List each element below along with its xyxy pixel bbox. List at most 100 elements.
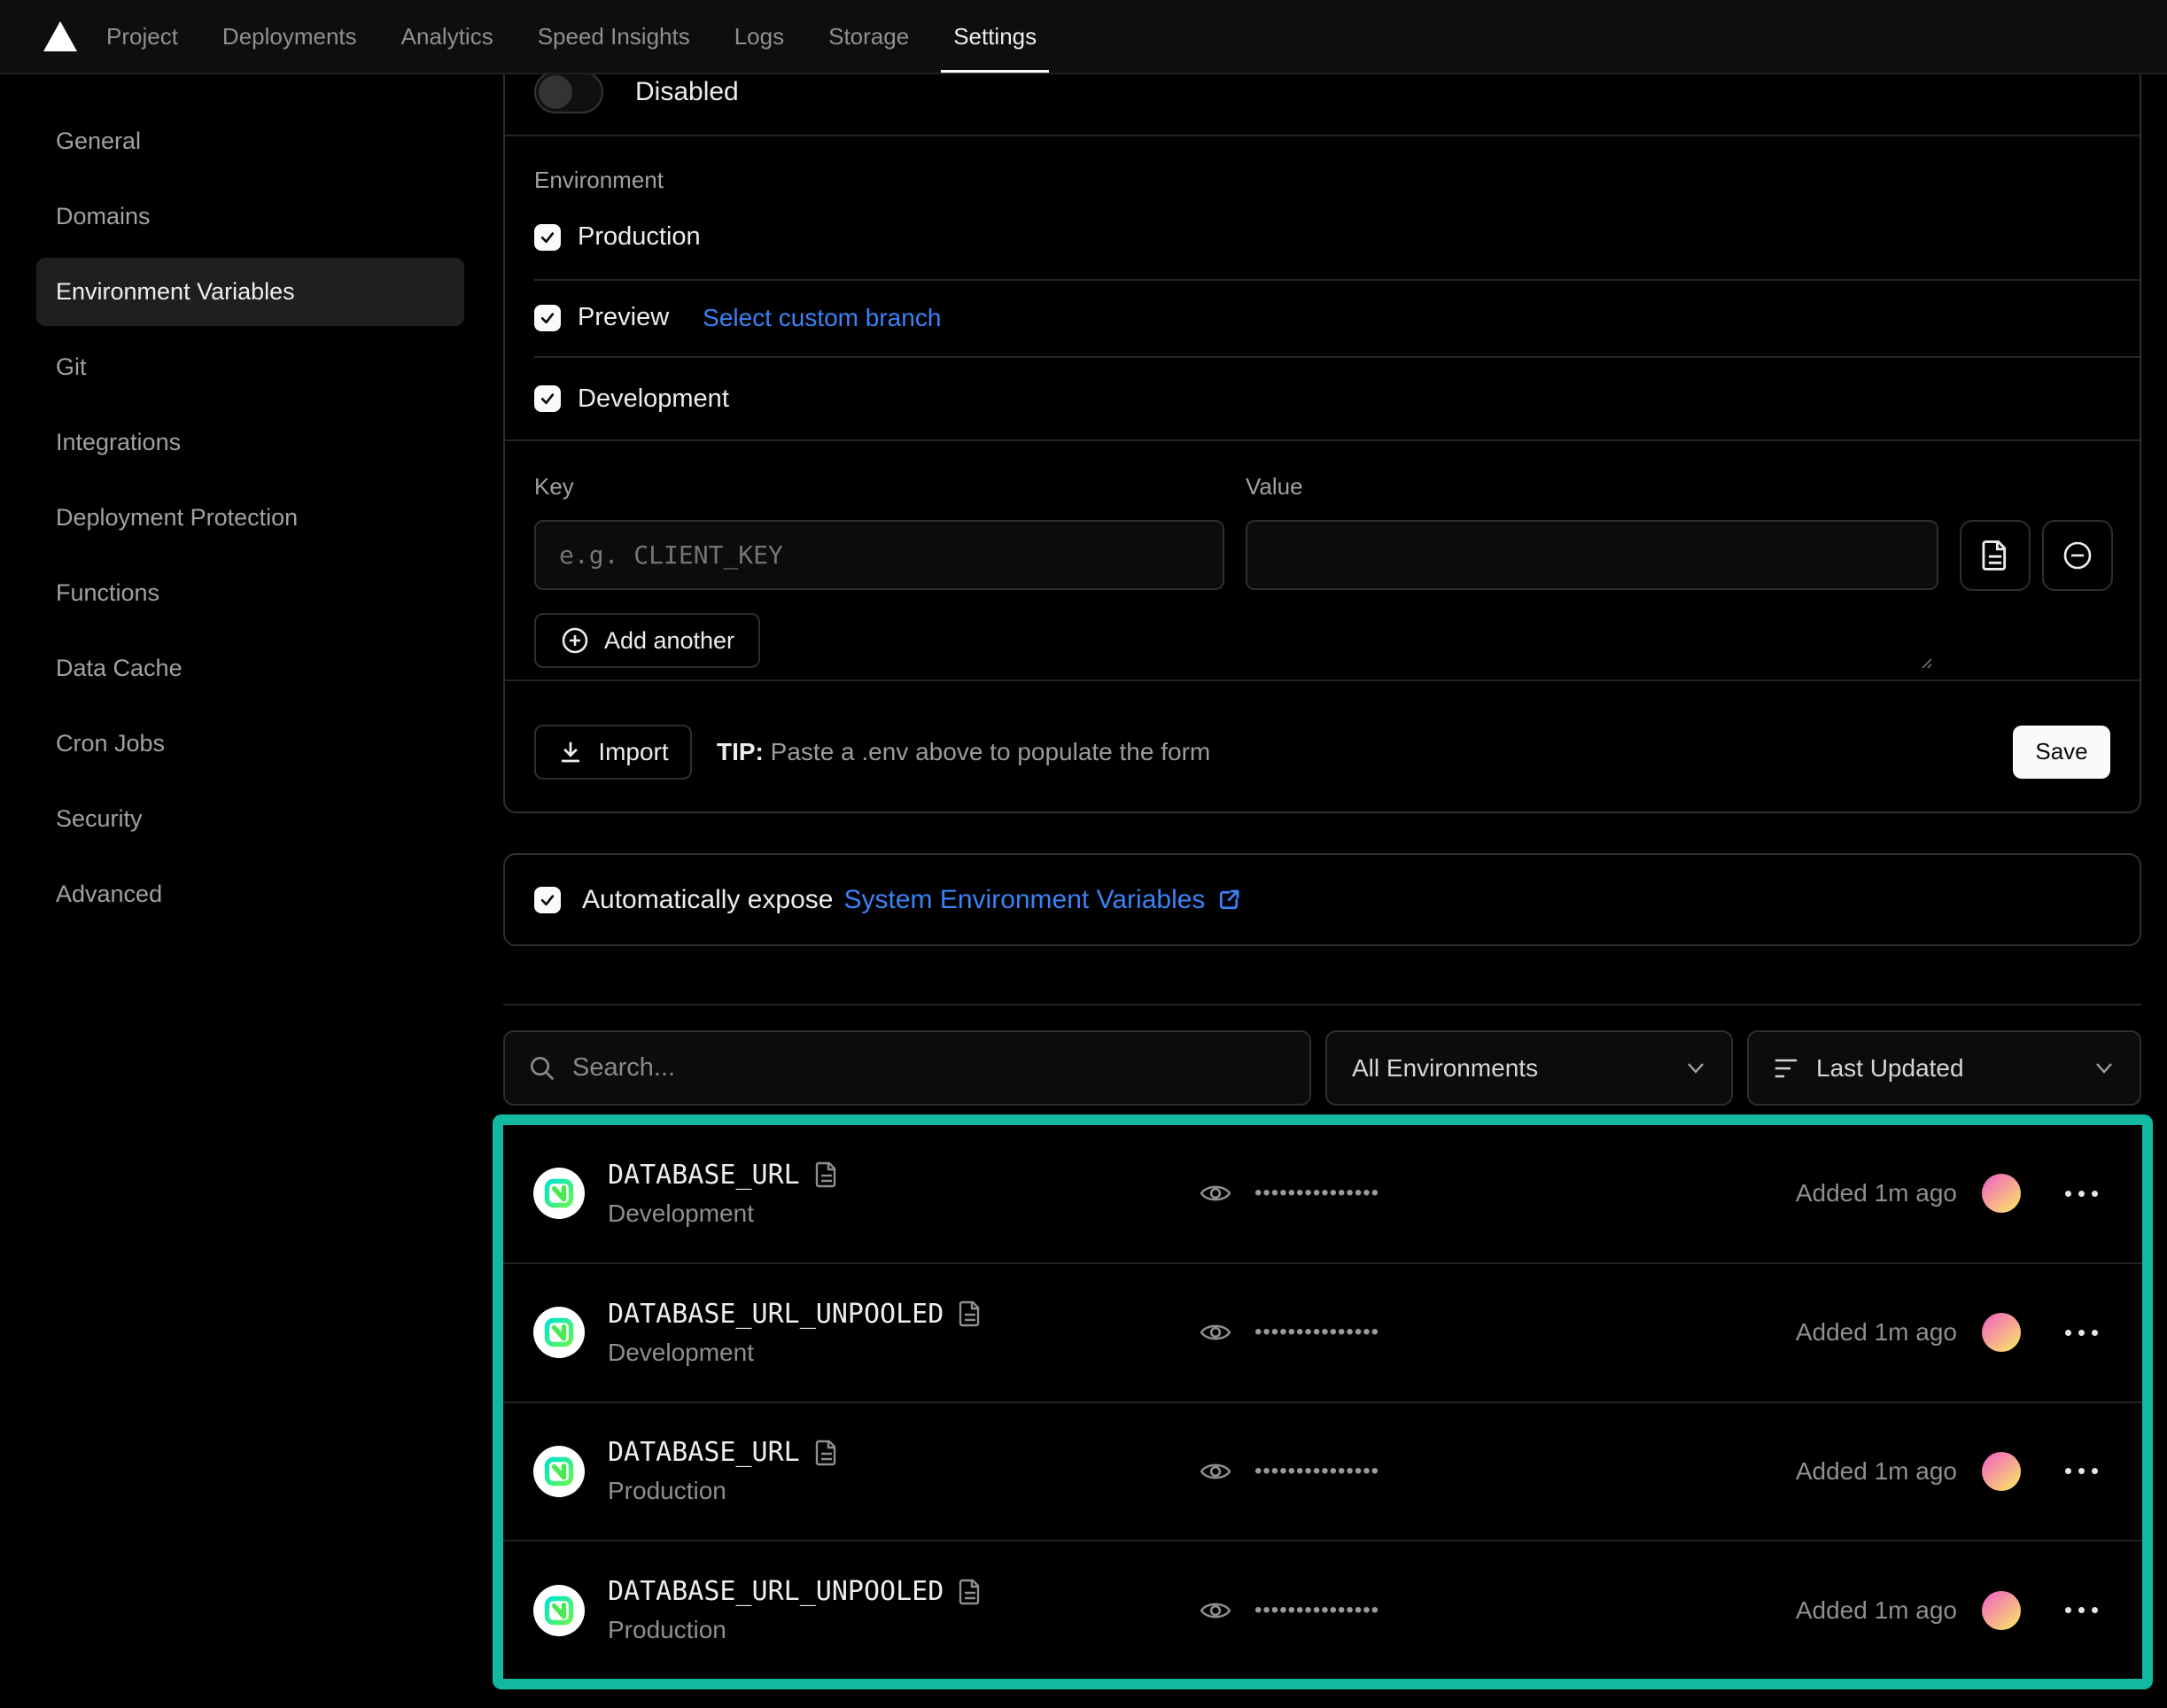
search-icon: [528, 1054, 556, 1083]
sidebar-item-security[interactable]: Security: [36, 785, 464, 853]
added-timestamp: Added 1m ago: [1796, 1457, 1957, 1486]
note-icon[interactable]: [958, 1300, 983, 1328]
nav-tab-logs[interactable]: Logs: [734, 0, 784, 73]
sidebar-item-environment-variables[interactable]: Environment Variables: [36, 258, 464, 326]
env-var-list-highlighted: DATABASE_URL Development •••••••••••••••: [493, 1114, 2153, 1689]
key-value-section: Key Value Add another: [505, 439, 2140, 679]
environment-checkbox-production[interactable]: [534, 224, 561, 251]
remove-row-button[interactable]: [2042, 520, 2113, 591]
section-divider: [503, 1004, 2141, 1005]
row-actions-menu[interactable]: [2065, 1602, 2098, 1619]
sidebar-item-git[interactable]: Git: [36, 333, 464, 401]
env-var-environment: Development: [608, 1339, 983, 1367]
import-button[interactable]: Import: [534, 725, 692, 780]
sort-dropdown[interactable]: Last Updated: [1747, 1030, 2141, 1106]
toggle-knob: [539, 75, 572, 109]
save-button[interactable]: Save: [2013, 726, 2110, 779]
tip-text: TIP: Paste a .env above to populate the …: [717, 738, 1210, 766]
row-actions-menu[interactable]: [2065, 1463, 2098, 1479]
sort-lines-icon: [1774, 1057, 1800, 1080]
env-var-environment: Production: [608, 1477, 839, 1505]
nav-tab-settings[interactable]: Settings: [953, 0, 1037, 73]
paste-env-button[interactable]: [1960, 520, 2031, 591]
sidebar-item-functions[interactable]: Functions: [36, 559, 464, 627]
chevron-down-icon: [1685, 1061, 1706, 1075]
note-icon[interactable]: [958, 1578, 983, 1606]
added-timestamp: Added 1m ago: [1796, 1318, 1957, 1347]
sidebar-item-integrations[interactable]: Integrations: [36, 408, 464, 477]
env-var-name: DATABASE_URL_UNPOOLED: [608, 1576, 944, 1607]
env-var-name: DATABASE_URL: [608, 1160, 800, 1191]
sidebar-item-advanced[interactable]: Advanced: [36, 860, 464, 928]
neon-integration-icon: [533, 1585, 585, 1636]
settings-sidebar: General Domains Environment Variables Gi…: [0, 74, 503, 928]
user-avatar: [1982, 1591, 2021, 1630]
note-icon[interactable]: [814, 1439, 839, 1467]
user-avatar: [1982, 1174, 2021, 1213]
key-input[interactable]: [534, 520, 1224, 590]
env-var-row: DATABASE_URL_UNPOOLED Development ••••••…: [503, 1262, 2142, 1401]
eye-icon[interactable]: [1200, 1181, 1231, 1206]
nav-tab-project[interactable]: Project: [106, 0, 178, 73]
user-avatar: [1982, 1313, 2021, 1352]
environment-filter-value: All Environments: [1352, 1054, 1538, 1083]
neon-integration-icon: [533, 1168, 585, 1219]
external-link-icon: [1216, 887, 1242, 913]
environment-option-row-preview: Preview Select custom branch: [534, 279, 2140, 356]
eye-icon[interactable]: [1200, 1598, 1231, 1623]
row-actions-menu[interactable]: [2065, 1185, 2098, 1202]
environment-checkbox-preview[interactable]: [534, 305, 561, 331]
resize-handle-icon[interactable]: [1919, 656, 1933, 674]
toggle-label: Disabled: [635, 71, 739, 113]
tip-label: TIP:: [717, 738, 764, 765]
sidebar-item-general[interactable]: General: [36, 107, 464, 175]
active-tab-underline: [941, 70, 1049, 73]
disabled-toggle[interactable]: [534, 71, 603, 113]
document-icon: [1980, 539, 2010, 572]
sort-value: Last Updated: [1816, 1054, 1964, 1083]
expose-checkbox[interactable]: [534, 887, 561, 913]
eye-icon[interactable]: [1200, 1459, 1231, 1484]
environment-option-label: Preview: [578, 303, 669, 332]
neon-integration-icon: [533, 1446, 585, 1497]
env-var-name: DATABASE_URL: [608, 1437, 800, 1468]
value-label: Value: [1246, 473, 1938, 496]
note-icon[interactable]: [814, 1161, 839, 1189]
expose-label: Automatically expose System Environment …: [582, 885, 1242, 915]
form-footer: Import TIP: Paste a .env above to popula…: [505, 679, 2140, 811]
add-another-button[interactable]: Add another: [534, 613, 760, 668]
vercel-logo-icon[interactable]: [43, 19, 78, 53]
search-input[interactable]: [572, 1053, 1286, 1083]
chevron-down-icon: [2093, 1061, 2115, 1075]
environment-section: Environment Production Preview Select cu…: [505, 135, 2140, 439]
search-box[interactable]: [503, 1030, 1311, 1106]
plus-circle-icon: [560, 625, 590, 656]
env-var-environment: Production: [608, 1616, 983, 1644]
value-input[interactable]: [1246, 520, 1938, 590]
nav-tab-deployments[interactable]: Deployments: [222, 0, 357, 73]
nav-tab-analytics[interactable]: Analytics: [401, 0, 493, 73]
env-var-form-card: Disabled Environment Production Preview …: [503, 0, 2141, 813]
top-nav-tabs: Project Deployments Analytics Speed Insi…: [106, 0, 1037, 73]
environment-filter-dropdown[interactable]: All Environments: [1325, 1030, 1733, 1106]
nav-tab-speed-insights[interactable]: Speed Insights: [538, 0, 690, 73]
environment-checkbox-development[interactable]: [534, 385, 561, 412]
nav-tab-storage[interactable]: Storage: [828, 0, 909, 73]
neon-integration-icon: [533, 1307, 585, 1358]
eye-icon[interactable]: [1200, 1320, 1231, 1345]
sidebar-item-deployment-protection[interactable]: Deployment Protection: [36, 484, 464, 552]
system-env-variables-link[interactable]: System Environment Variables: [843, 885, 1205, 915]
sidebar-item-data-cache[interactable]: Data Cache: [36, 634, 464, 703]
environment-option-row-production: Production: [534, 195, 2140, 279]
environment-option-label: Production: [578, 222, 701, 252]
sidebar-item-cron-jobs[interactable]: Cron Jobs: [36, 710, 464, 778]
environment-option-label: Development: [578, 384, 729, 414]
env-var-row: DATABASE_URL Development •••••••••••••••: [503, 1125, 2142, 1262]
masked-value: •••••••••••••••: [1254, 1183, 1379, 1204]
added-timestamp: Added 1m ago: [1796, 1179, 1957, 1207]
masked-value: •••••••••••••••: [1254, 1461, 1379, 1482]
download-icon: [557, 739, 584, 765]
row-actions-menu[interactable]: [2065, 1324, 2098, 1341]
sidebar-item-domains[interactable]: Domains: [36, 182, 464, 251]
select-custom-branch-link[interactable]: Select custom branch: [703, 304, 941, 332]
